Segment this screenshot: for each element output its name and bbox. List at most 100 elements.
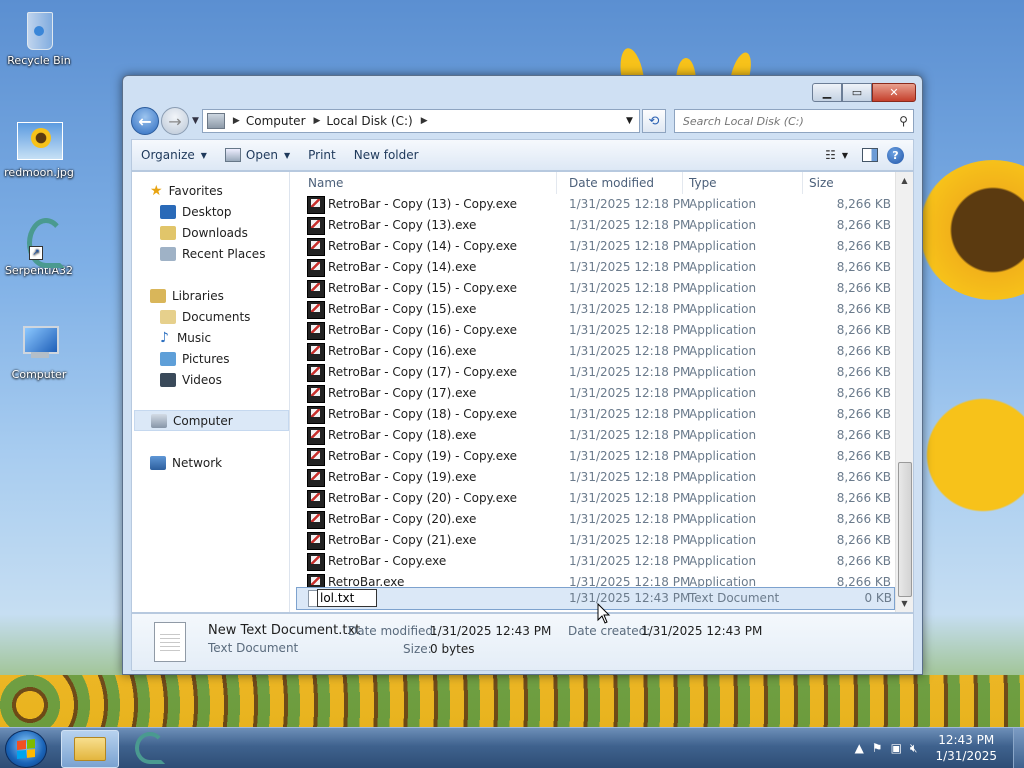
action-center-flag-icon[interactable]: ⚑ [872,741,883,755]
file-row-renaming[interactable]: 1/31/2025 12:43 PM Text Document 0 KB [296,587,895,610]
command-bar: Organize ▼ Open ▼ Print New folder ☷ ▼ ? [131,139,914,171]
column-header-date[interactable]: Date modified [569,176,654,190]
file-row[interactable]: RetroBar - Copy (17) - Copy.exe 1/31/2025… [290,362,895,383]
file-row[interactable]: RetroBar - Copy (18).exe 1/31/2025 12:18 … [290,425,895,446]
organize-button[interactable]: Organize ▼ [132,148,216,162]
minimize-button[interactable]: ▁ [812,83,842,102]
search-icon[interactable]: ⚲ [899,114,908,128]
file-row[interactable]: RetroBar - Copy (16).exe 1/31/2025 12:18 … [290,341,895,362]
file-name: RetroBar - Copy (15) - Copy.exe [328,281,518,295]
view-options-dropdown-icon[interactable]: ▼ [842,151,848,160]
clock-time: 12:43 PM [938,733,995,747]
file-type: Application [689,323,757,337]
clock[interactable]: 12:43 PM 1/31/2025 [935,732,997,764]
show-desktop-button[interactable] [1013,728,1024,768]
file-row[interactable]: RetroBar - Copy (19).exe 1/31/2025 12:18 … [290,467,895,488]
serpent-app-icon [135,732,165,764]
details-modified-value: 1/31/2025 12:43 PM [430,624,552,638]
refresh-button[interactable]: ⟲ [641,109,666,133]
file-date: 1/31/2025 12:18 PM [569,260,691,274]
computer-icon [151,413,167,428]
breadcrumb-local-disk[interactable]: Local Disk (C:) [326,114,412,128]
change-view-button[interactable]: ☷ [825,148,836,162]
desktop-icon-recycle-bin[interactable]: Recycle Bin [0,8,78,67]
network-icon[interactable]: ▣ [891,741,902,755]
nav-favorites[interactable]: ★ Favorites [150,180,305,201]
scroll-thumb[interactable] [898,462,912,597]
file-date: 1/31/2025 12:18 PM [569,197,691,211]
file-row[interactable]: RetroBar - Copy (20) - Copy.exe 1/31/2025… [290,488,895,509]
show-hidden-icons-icon[interactable]: ▲ [855,741,864,755]
file-size: 8,266 KB [836,554,891,568]
column-header-type[interactable]: Type [689,176,717,190]
breadcrumb-computer[interactable]: Computer [246,114,306,128]
breadcrumb-chevron-icon[interactable]: ▶ [314,116,321,126]
search-box[interactable]: ⚲ [673,109,914,133]
nav-network[interactable]: Network [150,452,305,473]
file-type: Application [689,260,757,274]
recent-pages-dropdown[interactable]: ▼ [192,116,199,126]
file-row[interactable]: RetroBar - Copy (15) - Copy.exe 1/31/2025… [290,278,895,299]
help-button[interactable]: ? [887,146,904,164]
taskbar-serpent-button[interactable] [122,730,178,766]
file-date: 1/31/2025 12:18 PM [569,323,691,337]
open-app-icon [224,148,241,162]
nav-computer[interactable]: Computer [134,410,289,431]
file-row[interactable]: RetroBar - Copy.exe 1/31/2025 12:18 PM App… [290,551,895,572]
desktop-icon-computer[interactable]: Computer [0,322,78,381]
chevron-down-icon: ▼ [200,150,207,160]
close-button[interactable]: ✕ [872,83,916,102]
maximize-icon: ▭ [851,86,863,99]
file-date: 1/31/2025 12:18 PM [569,470,691,484]
print-button[interactable]: Print [299,148,345,162]
file-row[interactable]: RetroBar - Copy (20).exe 1/31/2025 12:18 … [290,509,895,530]
file-row[interactable]: RetroBar - Copy (19) - Copy.exe 1/31/2025… [290,446,895,467]
search-input[interactable] [680,113,885,129]
rename-input[interactable] [317,589,377,607]
file-date: 1/31/2025 12:18 PM [569,533,691,547]
maximize-button[interactable]: ▭ [842,83,872,102]
file-row[interactable]: RetroBar - Copy (17).exe 1/31/2025 12:18 … [290,383,895,404]
file-row[interactable]: RetroBar - Copy (14) - Copy.exe 1/31/2025… [290,236,895,257]
file-name: RetroBar - Copy (16) - Copy.exe [328,323,518,337]
taskbar-explorer-button[interactable] [61,730,119,768]
column-header-name[interactable]: Name [308,176,343,190]
preview-pane-button[interactable] [862,148,878,162]
breadcrumb-chevron-icon[interactable]: ▶ [421,116,428,126]
file-row[interactable]: RetroBar - Copy (16) - Copy.exe 1/31/2025… [290,320,895,341]
vertical-scrollbar[interactable]: ▲ ▼ [895,172,913,612]
file-size: 8,266 KB [836,533,891,547]
taskbar: ▲ ⚑ ▣ 🔇︎ 12:43 PM 1/31/2025 [0,727,1024,768]
desktop-icon-redmoon[interactable]: redmoon.jpg [0,120,78,179]
forward-button[interactable]: → [161,107,189,135]
file-row[interactable]: RetroBar - Copy (21).exe 1/31/2025 12:18 … [290,530,895,551]
back-button[interactable]: ← [131,107,159,135]
new-folder-button[interactable]: New folder [345,148,428,162]
column-header-size[interactable]: Size [809,176,834,190]
nav-label: Libraries [172,288,224,303]
address-bar[interactable]: ▶ Computer ▶ Local Disk (C:) ▶ ▼ [201,109,640,133]
start-button[interactable] [5,730,47,768]
music-note-icon: ♪ [160,329,169,346]
desktop-icon-serpentia32[interactable]: ↗ SerpentIA32 [0,218,78,277]
file-size: 8,266 KB [836,218,891,232]
file-name: RetroBar - Copy (14).exe [328,260,477,274]
scroll-down-icon[interactable]: ▼ [896,595,913,612]
file-row[interactable]: RetroBar - Copy (13).exe 1/31/2025 12:18 … [290,215,895,236]
file-row[interactable]: RetroBar - Copy (13) - Copy.exe 1/31/2025… [290,194,895,215]
breadcrumb-chevron-icon[interactable]: ▶ [233,116,240,126]
file-row[interactable]: RetroBar - Copy (14).exe 1/31/2025 12:18 … [290,257,895,278]
nav-libraries[interactable]: Libraries [150,285,305,306]
address-dropdown-icon[interactable]: ▼ [626,116,633,126]
file-row[interactable]: RetroBar - Copy (15).exe 1/31/2025 12:18 … [290,299,895,320]
open-button[interactable]: Open ▼ [216,148,299,162]
volume-muted-icon[interactable]: 🔇︎ [910,741,918,756]
file-size: 8,266 KB [836,239,891,253]
file-size: 8,266 KB [836,449,891,463]
desktop-icon-label: Computer [11,368,67,381]
title-bar[interactable]: ▁ ▭ ✕ [123,76,922,106]
file-date: 1/31/2025 12:18 PM [569,302,691,316]
scroll-up-icon[interactable]: ▲ [896,172,913,189]
file-row[interactable]: RetroBar - Copy (18) - Copy.exe 1/31/2025… [290,404,895,425]
file-size: 8,266 KB [836,428,891,442]
